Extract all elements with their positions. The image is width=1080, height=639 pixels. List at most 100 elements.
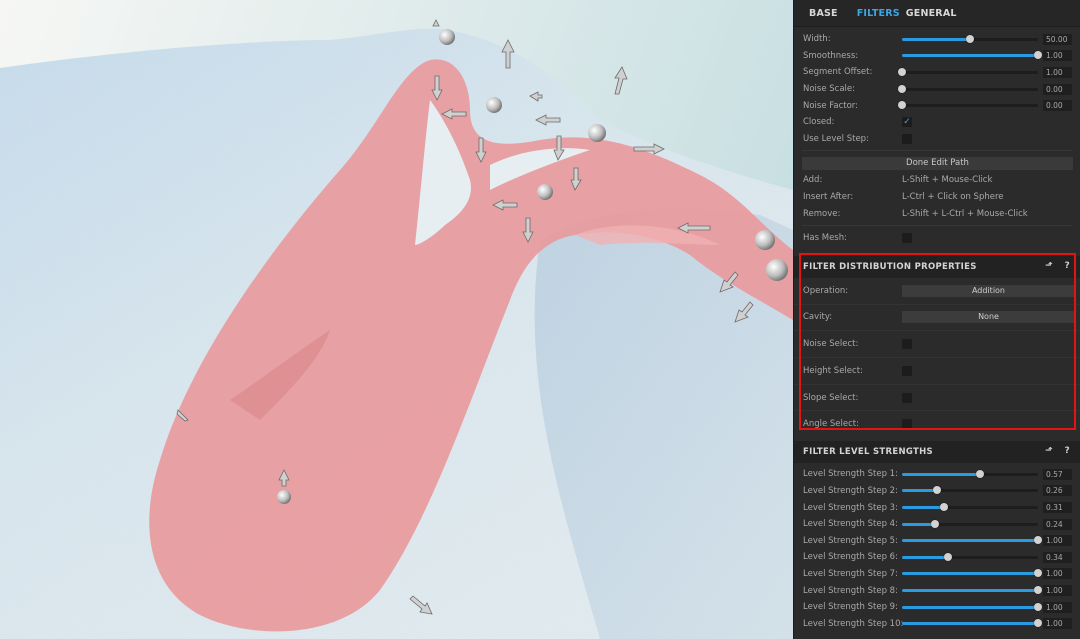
slider-fill (902, 37, 970, 41)
control-point-sphere[interactable] (766, 259, 788, 281)
divider (802, 224, 1072, 226)
back-arrow-icon[interactable]: ⬏ (1045, 261, 1053, 271)
slider-fill (902, 506, 945, 510)
level-strength-slider[interactable] (902, 503, 1038, 512)
slider-knob[interactable] (898, 84, 906, 93)
level-strength-value-field[interactable]: 1.00 (1043, 568, 1072, 580)
back-arrow-icon[interactable]: ⬏ (1045, 446, 1053, 456)
level-strength-list: Level Strength Step 1: 0.57 Level Strength… (794, 466, 1080, 632)
tab-filters[interactable]: FILTERS (857, 8, 900, 19)
level-strength-slider[interactable] (902, 519, 1038, 528)
help-icon[interactable]: ? (1064, 261, 1070, 271)
slider-fill (902, 572, 1038, 576)
level-strength-value-field[interactable]: 1.00 (1043, 535, 1072, 547)
slider-knob[interactable] (930, 519, 939, 528)
path-setting-slider[interactable] (898, 84, 1038, 93)
distribution-checks: Noise Select: Height Select: Slope Select:… (794, 331, 1080, 437)
slider-fill (902, 605, 1038, 609)
use-level-step-checkbox[interactable] (902, 133, 912, 144)
level-strengths-title: FILTER LEVEL STRENGTHS (803, 447, 933, 458)
slider-knob[interactable] (944, 552, 953, 561)
has-mesh-checkbox[interactable] (902, 232, 912, 243)
divider (802, 150, 1072, 152)
level-strength-value-field[interactable]: 0.31 (1043, 502, 1072, 514)
use-level-step-row: Use Level Step: (794, 131, 1080, 148)
path-setting-value-field[interactable]: 50.00 (1043, 33, 1072, 45)
path-setting-slider[interactable] (902, 51, 1042, 60)
level-strength-label: Level Strength Step 2: (803, 485, 898, 496)
level-strength-label: Level Strength Step 10: (803, 618, 904, 629)
path-setting-row: Smoothness: 1.00 (794, 48, 1080, 65)
path-setting-slider[interactable] (898, 101, 1038, 110)
closed-checkbox[interactable]: ✓ (902, 117, 912, 128)
path-setting-slider[interactable] (902, 34, 1038, 43)
level-strength-label: Level Strength Step 3: (803, 502, 898, 513)
distribution-checkbox[interactable] (902, 365, 912, 376)
level-strength-value-field[interactable]: 1.00 (1043, 585, 1072, 597)
control-point-sphere[interactable] (537, 184, 553, 200)
done-edit-path-button[interactable]: Done Edit Path (802, 156, 1073, 170)
level-strength-slider[interactable] (902, 469, 1038, 478)
control-point-sphere[interactable] (755, 230, 775, 250)
path-setting-value-field[interactable]: 1.00 (1043, 66, 1072, 78)
control-point-sphere[interactable] (588, 124, 606, 142)
hint-value: L-Ctrl + Click on Sphere (902, 192, 1004, 203)
distribution-check-label: Angle Select: (803, 419, 859, 430)
distribution-header: FILTER DISTRIBUTION PROPERTIES ⬏ ? (794, 255, 1080, 278)
slider-knob[interactable] (1034, 536, 1042, 545)
cavity-select[interactable]: None (902, 311, 1075, 324)
level-strength-slider[interactable] (902, 602, 1042, 611)
level-strength-slider[interactable] (902, 586, 1042, 595)
help-icon[interactable]: ? (1064, 446, 1070, 456)
slider-knob[interactable] (898, 67, 906, 76)
level-strength-value-field[interactable]: 1.00 (1043, 601, 1072, 613)
path-setting-value-field[interactable]: 1.00 (1043, 50, 1072, 62)
slider-knob[interactable] (1034, 569, 1042, 578)
tab-base[interactable]: BASE (809, 8, 838, 19)
slider-fill (902, 539, 1038, 543)
level-strength-slider[interactable] (902, 552, 1038, 561)
level-strength-value-field[interactable]: 1.00 (1043, 618, 1072, 630)
level-strength-value-field[interactable]: 0.34 (1043, 551, 1072, 563)
edit-path-hint-row: Remove: L-Shift + L-Ctrl + Mouse-Click (794, 205, 1080, 222)
slider-knob[interactable] (1034, 586, 1042, 595)
distribution-checkbox[interactable] (902, 339, 912, 350)
control-point-sphere[interactable] (439, 29, 455, 45)
slider-knob[interactable] (898, 101, 906, 110)
path-setting-slider[interactable] (898, 67, 1038, 76)
path-setting-row: Noise Scale: 0.00 (794, 81, 1080, 98)
distribution-checkbox[interactable] (902, 392, 912, 403)
level-strength-row: Level Strength Step 10: 1.00 (794, 615, 1080, 632)
slider-knob[interactable] (940, 503, 949, 512)
distribution-checkbox[interactable] (902, 419, 912, 430)
path-setting-value-field[interactable]: 0.00 (1043, 83, 1072, 95)
scene-viewport[interactable] (0, 0, 793, 639)
hint-value: L-Shift + L-Ctrl + Mouse-Click (902, 208, 1028, 219)
slider-knob[interactable] (1034, 51, 1042, 60)
terrain-scene[interactable] (0, 0, 793, 639)
closed-label: Closed: (803, 117, 835, 128)
slider-knob[interactable] (1034, 602, 1042, 611)
operation-select[interactable]: Addition (902, 284, 1075, 297)
slider-knob[interactable] (933, 486, 942, 495)
level-strength-value-field[interactable]: 0.26 (1043, 485, 1072, 497)
edit-path-hint-row: Add: L-Shift + Mouse-Click (794, 172, 1080, 189)
slider-knob[interactable] (975, 469, 984, 478)
slider-knob[interactable] (966, 34, 974, 43)
level-strength-slider[interactable] (902, 536, 1042, 545)
level-strength-slider[interactable] (902, 619, 1042, 628)
edit-path-hint-row: Insert After: L-Ctrl + Click on Sphere (794, 189, 1080, 206)
level-strength-slider[interactable] (902, 569, 1042, 578)
path-setting-value-field[interactable]: 0.00 (1043, 100, 1072, 112)
control-point-sphere[interactable] (486, 97, 502, 113)
slider-fill (902, 54, 1038, 58)
slider-knob[interactable] (1034, 619, 1042, 628)
path-setting-label: Segment Offset: (803, 67, 873, 78)
level-strength-value-field[interactable]: 0.24 (1043, 518, 1072, 530)
hint-label: Insert After: (803, 192, 854, 203)
distribution-check-row: Noise Select: (794, 331, 1080, 358)
level-strength-value-field[interactable]: 0.57 (1043, 468, 1072, 480)
control-point-sphere[interactable] (277, 490, 291, 504)
tab-general[interactable]: GENERAL (906, 8, 957, 19)
level-strength-slider[interactable] (902, 486, 1038, 495)
